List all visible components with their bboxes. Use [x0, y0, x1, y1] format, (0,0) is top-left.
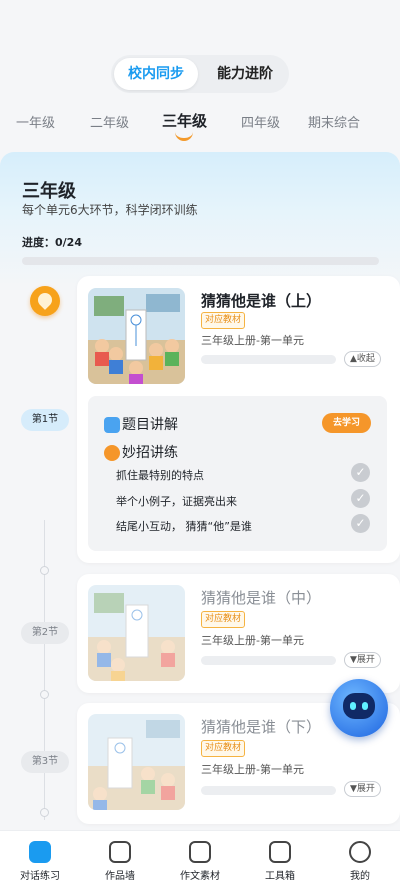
tab-profile[interactable]: 我的: [320, 831, 400, 889]
grade-tab-3[interactable]: 三年级: [162, 110, 207, 131]
check-icon: ✓: [351, 514, 370, 533]
tab-toolbox[interactable]: 工具箱: [240, 831, 320, 889]
section-label-1: 第1节: [21, 409, 69, 431]
timeline-dot: [40, 566, 49, 575]
mode-tab-advance[interactable]: 能力进阶: [205, 58, 285, 90]
tab-label: 工具箱: [265, 871, 295, 882]
sub-lesson-item[interactable]: 举个小例子，证据亮出来: [116, 493, 237, 509]
grade-tab-1[interactable]: 一年级: [16, 112, 55, 131]
grade-tabs: 一年级 二年级 三年级 四年级 期末综合: [0, 112, 400, 148]
mode-switch: 校内同步 能力进阶: [111, 55, 289, 93]
lesson-meta: 三年级上册-第一单元: [201, 334, 304, 347]
collapse-button[interactable]: ▲收起: [344, 351, 381, 367]
textbook-tag: 对应教材: [201, 312, 246, 329]
lesson-progress-bar: [201, 656, 336, 665]
progress-label: 进度：0/24: [22, 236, 82, 249]
tab-writing-materials[interactable]: 作文素材: [160, 831, 240, 889]
toolbox-icon: [269, 841, 291, 863]
current-location-icon: [30, 286, 60, 316]
timeline-line: [44, 520, 45, 820]
lesson-progress-bar: [201, 355, 336, 364]
go-study-button[interactable]: 去学习: [322, 413, 371, 433]
ai-assistant-button[interactable]: [330, 679, 388, 737]
lesson-thumbnail: [88, 288, 185, 384]
expand-button[interactable]: ▼展开: [344, 781, 381, 797]
robot-icon: [343, 693, 375, 719]
section-label-2: 第2节: [21, 622, 69, 644]
lesson-title: 猜猜他是谁（中）: [201, 589, 322, 607]
expand-button[interactable]: ▼展开: [344, 652, 381, 668]
bottom-tab-bar: 对话练习 作品墙 作文素材 工具箱 我的: [0, 830, 400, 889]
lesson-card-2[interactable]: 猜猜他是谁（中） 对应教材 三年级上册-第一单元 ▼展开: [77, 574, 400, 693]
pencil-icon: [189, 841, 211, 863]
timeline-dot: [40, 808, 49, 817]
check-icon: ✓: [351, 463, 370, 482]
target-icon: [104, 445, 120, 461]
tab-label: 作文素材: [180, 871, 220, 882]
check-icon: ✓: [351, 489, 370, 508]
grade-tab-final[interactable]: 期末综合: [308, 112, 360, 131]
timeline-dot: [40, 690, 49, 699]
tips-row-title: 妙招讲练: [122, 445, 178, 461]
sub-lesson-item[interactable]: 结尾小互动， 猜猜“他”是谁: [116, 518, 252, 534]
chat-icon: [29, 841, 51, 863]
lecture-icon: [104, 417, 120, 433]
textbook-tag: 对应教材: [201, 740, 246, 757]
panel-subtitle: 每个单元6大环节，科学闭环训练: [22, 203, 198, 217]
section-label-3: 第3节: [21, 751, 69, 773]
tab-label: 对话练习: [20, 871, 60, 882]
tab-works-wall[interactable]: 作品墙: [80, 831, 160, 889]
lesson-thumbnail: [88, 714, 185, 810]
panel-title: 三年级: [22, 181, 76, 202]
gallery-icon: [109, 841, 131, 863]
lesson-meta: 三年级上册-第一单元: [201, 634, 304, 647]
sub-lesson-item[interactable]: 抓住最特别的特点: [116, 467, 204, 483]
lesson-title: 猜猜他是谁（上）: [201, 292, 322, 310]
lecture-row-title: 题目讲解: [122, 417, 178, 433]
textbook-tag: 对应教材: [201, 611, 246, 628]
lesson-meta: 三年级上册-第一单元: [201, 763, 304, 776]
grade-tab-2[interactable]: 二年级: [90, 112, 129, 131]
tab-label: 作品墙: [105, 871, 135, 882]
tab-label: 我的: [350, 871, 370, 882]
lesson-progress-bar: [201, 786, 336, 795]
tab-dialogue-practice[interactable]: 对话练习: [0, 831, 80, 889]
mode-tab-sync[interactable]: 校内同步: [114, 58, 198, 90]
lesson-title: 猜猜他是谁（下）: [201, 718, 322, 736]
grade-tab-4[interactable]: 四年级: [241, 112, 280, 131]
profile-icon: [349, 841, 371, 863]
lesson-thumbnail: [88, 585, 185, 681]
progress-bar: [22, 257, 379, 265]
